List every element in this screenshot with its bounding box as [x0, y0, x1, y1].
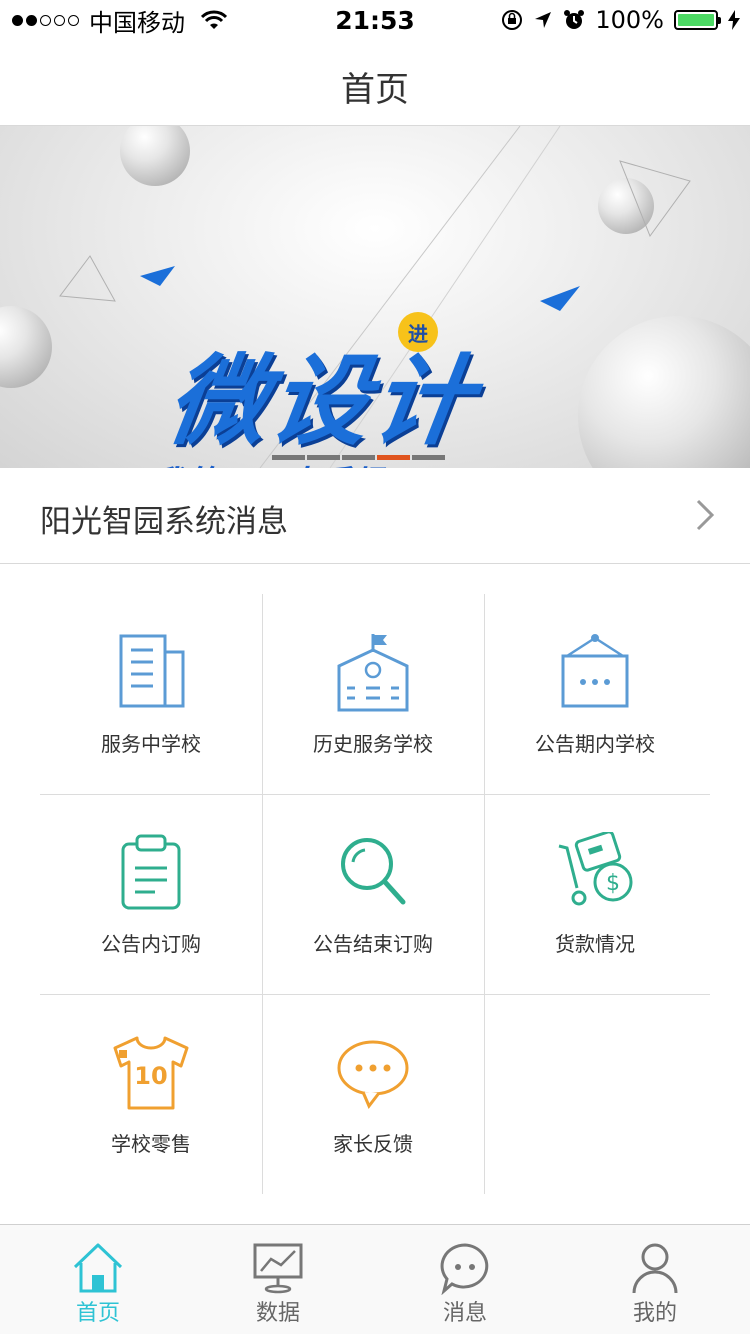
tab-label: 首页	[75, 1301, 120, 1326]
carousel-dot[interactable]	[307, 455, 340, 460]
tab-label: 我的	[632, 1301, 677, 1326]
carousel-dot[interactable]	[272, 455, 305, 460]
battery-percent: 100%	[595, 6, 664, 34]
charging-icon	[728, 10, 740, 30]
shirt-icon: 10	[113, 1036, 189, 1110]
grid-item-order-after-notice[interactable]: 公告结束订购	[262, 794, 484, 994]
grid-item-label: 公告内订购	[101, 932, 201, 956]
building-icon	[119, 634, 185, 708]
payment-cart-icon: $	[558, 832, 633, 906]
clipboard-icon	[121, 834, 181, 910]
chat-bubble-icon	[337, 1040, 409, 1109]
svg-text:$: $	[606, 871, 620, 896]
message-icon	[440, 1243, 489, 1295]
grid-item-label: 公告期内学校	[535, 732, 655, 756]
banner-carousel[interactable]: 进 微设计 我的DIY大秀场	[0, 126, 750, 468]
notice-board-icon	[561, 634, 629, 708]
carousel-indicator[interactable]	[272, 455, 445, 460]
system-message-row[interactable]: 阳光智园系统消息	[0, 468, 750, 564]
school-icon	[337, 634, 409, 712]
alarm-icon	[564, 10, 585, 29]
grid-item-parent-feedback[interactable]: 家长反馈	[262, 994, 484, 1194]
tab-messages[interactable]: 消息	[405, 1225, 525, 1335]
svg-text:10: 10	[134, 1062, 167, 1090]
grid-item-label: 服务中学校	[101, 732, 201, 756]
tab-profile[interactable]: 我的	[595, 1225, 715, 1335]
carousel-dot-active[interactable]	[377, 455, 410, 460]
system-message-label: 阳光智园系统消息	[40, 504, 288, 540]
tab-label: 数据	[255, 1301, 300, 1326]
tab-home[interactable]: 首页	[38, 1225, 158, 1335]
home-icon	[73, 1243, 123, 1293]
battery-icon	[674, 10, 721, 30]
tab-bar: 首页 数据 消息 我的	[0, 1224, 750, 1334]
grid-item-school-retail[interactable]: 10 学校零售	[40, 994, 262, 1194]
grid-item-label: 家长反馈	[333, 1132, 413, 1156]
location-icon	[535, 12, 552, 28]
search-icon	[341, 838, 406, 905]
chevron-right-icon	[696, 499, 715, 531]
function-grid: 服务中学校 历史服务学校 公告期内学校 公告内订购 公告结束订购 $ 货款情况 …	[40, 594, 710, 1194]
grid-item-serving-schools[interactable]: 服务中学校	[40, 594, 262, 794]
grid-item-history-schools[interactable]: 历史服务学校	[262, 594, 484, 794]
carousel-dot[interactable]	[342, 455, 375, 460]
grid-item-label: 学校零售	[111, 1132, 191, 1156]
grid-item-label: 公告结束订购	[313, 932, 433, 956]
grid-item-label: 货款情况	[555, 932, 635, 956]
tab-label: 消息	[442, 1301, 487, 1326]
carousel-dot[interactable]	[412, 455, 445, 460]
chart-icon	[253, 1243, 303, 1294]
page-title: 首页	[341, 70, 409, 110]
grid-item-payment-status[interactable]: $ 货款情况	[484, 794, 706, 994]
grid-item-notice-schools[interactable]: 公告期内学校	[484, 594, 706, 794]
rotation-lock-icon	[502, 10, 523, 30]
grid-item-label: 历史服务学校	[313, 732, 433, 756]
banner-title: 微设计	[160, 345, 483, 459]
status-right: 100%	[501, 6, 740, 34]
tab-data[interactable]: 数据	[218, 1225, 338, 1335]
user-icon	[632, 1243, 678, 1294]
navigation-bar: 首页	[0, 40, 750, 126]
grid-item-order-in-notice[interactable]: 公告内订购	[40, 794, 262, 994]
status-bar: 中国移动 21:53 100%	[0, 0, 750, 40]
